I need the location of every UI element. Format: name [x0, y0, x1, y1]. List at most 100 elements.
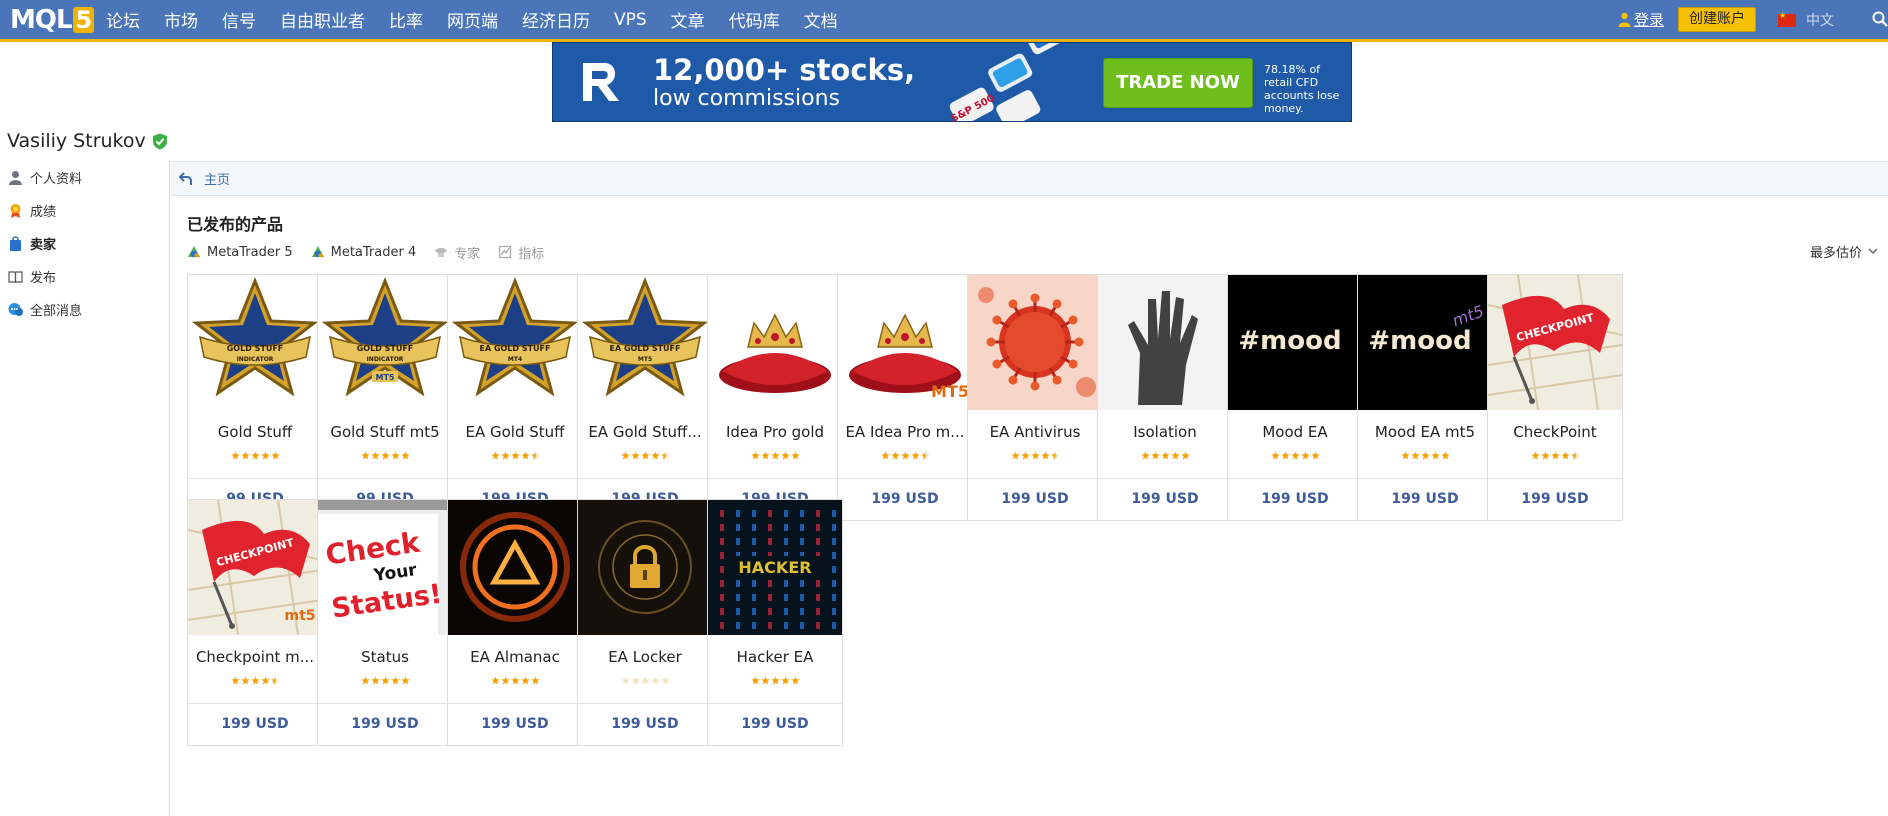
sidebar-item-label: 全部消息 [30, 304, 83, 319]
language-selector[interactable]: 中文 [1778, 10, 1834, 30]
nav-item[interactable]: VPS [614, 10, 647, 30]
product-name[interactable]: Gold Stuff [192, 423, 318, 441]
nav-item[interactable]: 经济日历 [522, 7, 590, 32]
rating-star-icon [1440, 451, 1450, 460]
product-image[interactable] [448, 500, 582, 635]
product-price[interactable]: 199 USD [188, 716, 322, 732]
product-name[interactable]: Isolation [1102, 423, 1228, 441]
ad-banner[interactable]: 12,000+ stocks, low commissions S&P 500 … [552, 42, 1352, 122]
product-image[interactable]: GOLD STUFF INDICATOR MT5 [318, 275, 452, 410]
product-image[interactable]: #mood mt5 [1358, 275, 1492, 410]
product-card[interactable]: #mood mt5 Mood EA mt5 199 USD [1357, 274, 1493, 521]
sidebar-item[interactable]: 成绩 [0, 194, 169, 227]
product-name[interactable]: Status [322, 648, 448, 666]
platform-filter[interactable]: 指标 [498, 243, 544, 262]
product-card[interactable]: #mood Mood EA 199 USD [1227, 274, 1363, 521]
product-name[interactable]: EA Locker [582, 648, 708, 666]
product-price[interactable]: 199 USD [968, 491, 1102, 507]
mql5-logo[interactable]: MQL 5 [10, 5, 95, 35]
product-price[interactable]: 199 USD [1358, 491, 1492, 507]
product-card[interactable]: CHECKPOINT CheckPoint 199 USD [1487, 274, 1623, 521]
trade-now-button[interactable]: TRADE NOW [1103, 58, 1253, 108]
product-artwork: CHECKPOINT [1488, 275, 1622, 410]
product-image[interactable]: EA GOLD STUFF MT5 [578, 275, 712, 410]
product-image[interactable]: Check Your Status! [318, 500, 452, 635]
rating-star-icon [620, 676, 630, 685]
banner-subline: low commissions [653, 86, 840, 111]
product-image[interactable]: MT5 [838, 275, 972, 410]
product-name[interactable]: Idea Pro gold [712, 423, 838, 441]
sidebar-item[interactable]: 全部消息 [0, 293, 169, 326]
sidebar-item[interactable]: 发布 [0, 260, 169, 293]
product-card[interactable]: EA Locker 199 USD [577, 499, 713, 746]
product-price[interactable]: 199 USD [708, 716, 842, 732]
back-arrow-icon[interactable] [179, 171, 194, 186]
product-artwork: EA GOLD STUFF MT4 [448, 275, 582, 410]
product-name[interactable]: Hacker EA [712, 648, 838, 666]
sort-dropdown[interactable]: 最多估价 [1810, 242, 1878, 261]
sidebar-item[interactable]: 卖家 [0, 227, 169, 260]
main-nav: 论坛 市场 信号 自由职业者 比率 网页端 经济日历 VPS 文章 代码库 文档 [106, 0, 862, 39]
product-card[interactable]: GOLD STUFFINDICATORGold Stuff99 USD [187, 274, 323, 521]
product-name[interactable]: Mood EA [1232, 423, 1358, 441]
product-card[interactable]: Isolation 199 USD [1097, 274, 1233, 521]
product-card[interactable]: MT5 EA Idea Pro m... 199 USD [837, 274, 973, 521]
nav-item[interactable]: 网页端 [447, 7, 498, 32]
product-name[interactable]: Gold Stuff mt5 [322, 423, 448, 441]
product-card[interactable]: EA Antivirus 199 USD [967, 274, 1103, 521]
nav-item[interactable]: 市场 [164, 7, 198, 32]
product-card[interactable]: HACKER Hacker EA 199 USD [707, 499, 843, 746]
product-card[interactable]: EA GOLD STUFFMT5EA Gold Stuff...199 USD [577, 274, 713, 521]
product-image[interactable]: EA GOLD STUFF MT4 [448, 275, 582, 410]
nav-item[interactable]: 文章 [671, 7, 705, 32]
platform-filter[interactable]: MetaTrader 5 [187, 245, 293, 260]
product-price[interactable]: 199 USD [318, 716, 452, 732]
product-name[interactable]: EA Gold Stuff... [582, 423, 708, 441]
nav-item[interactable]: 自由职业者 [280, 7, 365, 32]
product-card[interactable]: EA GOLD STUFFMT4EA Gold Stuff199 USD [447, 274, 583, 521]
product-price[interactable]: 199 USD [1228, 491, 1362, 507]
product-image[interactable]: CHECKPOINT mt5 [188, 500, 322, 635]
search-icon[interactable] [1872, 11, 1888, 27]
product-price[interactable]: 199 USD [578, 716, 712, 732]
product-card[interactable]: CHECKPOINT mt5 Checkpoint m... 199 USD [187, 499, 323, 746]
product-price[interactable]: 199 USD [448, 716, 582, 732]
create-account-button[interactable]: 创建账户 [1678, 7, 1756, 32]
product-name[interactable]: CheckPoint [1492, 423, 1618, 441]
platform-filter[interactable]: 专家 [434, 243, 480, 262]
product-image[interactable]: HACKER [708, 500, 842, 635]
product-name[interactable]: Mood EA mt5 [1362, 423, 1488, 441]
breadcrumb-home-link[interactable]: 主页 [204, 169, 230, 188]
product-price[interactable]: 199 USD [1098, 491, 1232, 507]
rating-star-icon [650, 451, 660, 460]
product-card[interactable]: Check Your Status! Status 199 USD [317, 499, 453, 746]
nav-item[interactable]: 比率 [389, 7, 423, 32]
product-name[interactable]: EA Almanac [452, 648, 578, 666]
product-card[interactable]: EA Almanac 199 USD [447, 499, 583, 746]
product-name[interactable]: EA Antivirus [972, 423, 1098, 441]
rating-star-icon [240, 676, 250, 685]
product-price[interactable]: 199 USD [1488, 491, 1622, 507]
product-image[interactable] [968, 275, 1102, 410]
product-name[interactable]: EA Gold Stuff [452, 423, 578, 441]
product-name[interactable]: Checkpoint m... [192, 648, 318, 666]
product-name[interactable]: EA Idea Pro m... [842, 423, 968, 441]
product-image[interactable]: #mood [1228, 275, 1362, 410]
product-image[interactable] [1098, 275, 1232, 410]
product-image[interactable] [708, 275, 842, 410]
product-card[interactable]: GOLD STUFFINDICATORMT5Gold Stuff mt599 U… [317, 274, 453, 521]
login-link[interactable]: 登录 [1618, 9, 1664, 30]
product-price[interactable]: 199 USD [838, 491, 972, 507]
nav-item[interactable]: 论坛 [106, 7, 140, 32]
nav-item[interactable]: 代码库 [729, 7, 780, 32]
svg-text:HACKER: HACKER [738, 558, 811, 577]
nav-item[interactable]: 文档 [804, 7, 838, 32]
nav-item[interactable]: 信号 [222, 7, 256, 32]
sidebar-item[interactable]: 个人资料 [0, 161, 169, 194]
product-image[interactable]: GOLD STUFF INDICATOR [188, 275, 322, 410]
product-artwork: CheckYourStatus! [318, 500, 452, 635]
product-card[interactable]: Idea Pro gold199 USD [707, 274, 843, 521]
platform-filter[interactable]: MetaTrader 4 [311, 245, 416, 260]
product-image[interactable] [578, 500, 712, 635]
product-image[interactable]: CHECKPOINT [1488, 275, 1622, 410]
